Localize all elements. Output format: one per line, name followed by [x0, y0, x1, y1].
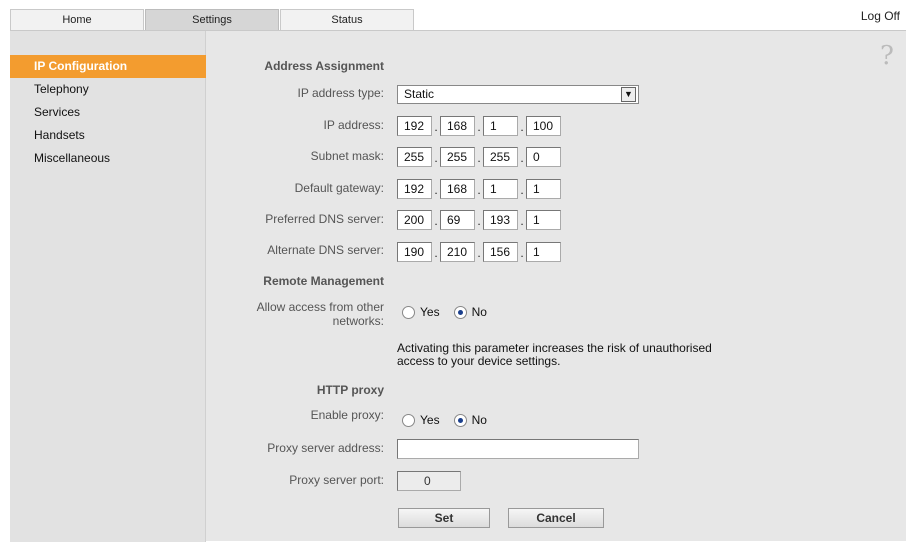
dns1-octet-3[interactable]: 193 — [483, 210, 518, 230]
gateway-octet-3[interactable]: 1 — [483, 179, 518, 199]
dns1-octet-4[interactable]: 1 — [526, 210, 561, 230]
default-gateway-label: Default gateway: — [294, 181, 384, 195]
dns1-octet-1[interactable]: 200 — [397, 210, 432, 230]
proxy-address-input[interactable] — [397, 439, 639, 459]
main-frame: IP Configuration Telephony Services Hand… — [10, 30, 906, 542]
subnet-octet-2[interactable]: 255 — [440, 147, 475, 167]
allow-access-label-line2: networks: — [332, 314, 384, 328]
enable-proxy-label: Enable proxy: — [310, 408, 384, 422]
proxy-port-input[interactable]: 0 — [397, 471, 461, 491]
dot-separator: . — [434, 183, 438, 197]
logoff-link[interactable]: Log Off — [861, 9, 900, 23]
ip-octet-4[interactable]: 100 — [526, 116, 561, 136]
ip-address-label: IP address: — [323, 118, 384, 132]
enable-proxy-yes-radio[interactable] — [402, 413, 415, 427]
subnet-mask-label: Subnet mask: — [310, 149, 384, 163]
section-remote-management: Remote Management — [263, 274, 384, 288]
cancel-button[interactable]: Cancel — [508, 508, 604, 528]
top-tabs: Home Settings Status — [10, 9, 415, 31]
allow-access-yes-label[interactable]: Yes — [420, 305, 440, 319]
ip-octet-3[interactable]: 1 — [483, 116, 518, 136]
enable-proxy-no-label[interactable]: No — [472, 413, 487, 427]
dot-separator: . — [520, 246, 524, 260]
gateway-octet-2[interactable]: 168 — [440, 179, 475, 199]
enable-proxy-radios: Yes No — [402, 413, 487, 427]
dot-separator: . — [434, 151, 438, 165]
enable-proxy-yes-label[interactable]: Yes — [420, 413, 440, 427]
ip-type-label: IP address type: — [297, 86, 385, 100]
dot-separator: . — [477, 183, 481, 197]
ip-octet-2[interactable]: 168 — [440, 116, 475, 136]
alternate-dns-field: 190 . 210 . 156 . 1 — [397, 241, 561, 262]
dot-separator: . — [477, 120, 481, 134]
dot-separator: . — [520, 183, 524, 197]
tab-settings[interactable]: Settings — [145, 9, 279, 30]
proxy-port-label: Proxy server port: — [289, 473, 384, 487]
subnet-octet-4[interactable]: 0 — [526, 147, 561, 167]
subnet-mask-field: 255 . 255 . 255 . 0 — [397, 146, 561, 167]
dns2-octet-4[interactable]: 1 — [526, 242, 561, 262]
preferred-dns-label: Preferred DNS server: — [265, 212, 384, 226]
section-http-proxy: HTTP proxy — [316, 383, 384, 397]
remote-warning-line2: access to your device settings. — [397, 354, 561, 368]
subnet-octet-1[interactable]: 255 — [397, 147, 432, 167]
ip-address-field: 192 . 168 . 1 . 100 — [397, 115, 561, 136]
section-address-assignment: Address Assignment — [264, 59, 384, 73]
dns2-octet-1[interactable]: 190 — [397, 242, 432, 262]
proxy-address-label: Proxy server address: — [267, 441, 384, 455]
ip-octet-1[interactable]: 192 — [397, 116, 432, 136]
help-icon[interactable]: ? — [880, 41, 894, 71]
allow-access-label-line1: Allow access from other — [256, 300, 384, 314]
dns2-octet-2[interactable]: 210 — [440, 242, 475, 262]
allow-access-yes-radio[interactable] — [402, 305, 415, 319]
dot-separator: . — [477, 151, 481, 165]
dns1-octet-2[interactable]: 69 — [440, 210, 475, 230]
default-gateway-field: 192 . 168 . 1 . 1 — [397, 178, 561, 199]
enable-proxy-no-radio[interactable] — [453, 413, 467, 427]
allow-access-no-radio[interactable] — [453, 305, 467, 319]
allow-access-label: Allow access from other networks: — [20, 300, 384, 328]
dot-separator: . — [434, 214, 438, 228]
alternate-dns-label: Alternate DNS server: — [267, 243, 384, 257]
tab-status[interactable]: Status — [280, 9, 414, 30]
dot-separator: . — [520, 214, 524, 228]
ip-type-value: Static — [404, 87, 435, 101]
dot-separator: . — [520, 151, 524, 165]
dot-separator: . — [434, 246, 438, 260]
dot-separator: . — [477, 246, 481, 260]
dot-separator: . — [434, 120, 438, 134]
remote-warning-note: Activating this parameter increases the … — [397, 342, 737, 368]
gateway-octet-4[interactable]: 1 — [526, 179, 561, 199]
dot-separator: . — [520, 120, 524, 134]
tab-home[interactable]: Home — [10, 9, 144, 30]
chevron-down-icon[interactable]: ▼ — [621, 87, 636, 102]
gateway-octet-1[interactable]: 192 — [397, 179, 432, 199]
allow-access-radios: Yes No — [402, 305, 487, 319]
dot-separator: . — [477, 214, 481, 228]
dns2-octet-3[interactable]: 156 — [483, 242, 518, 262]
subnet-octet-3[interactable]: 255 — [483, 147, 518, 167]
set-button[interactable]: Set — [398, 508, 490, 528]
ip-type-select[interactable]: Static ▼ — [397, 85, 639, 104]
allow-access-no-label[interactable]: No — [472, 305, 487, 319]
preferred-dns-field: 200 . 69 . 193 . 1 — [397, 209, 561, 230]
